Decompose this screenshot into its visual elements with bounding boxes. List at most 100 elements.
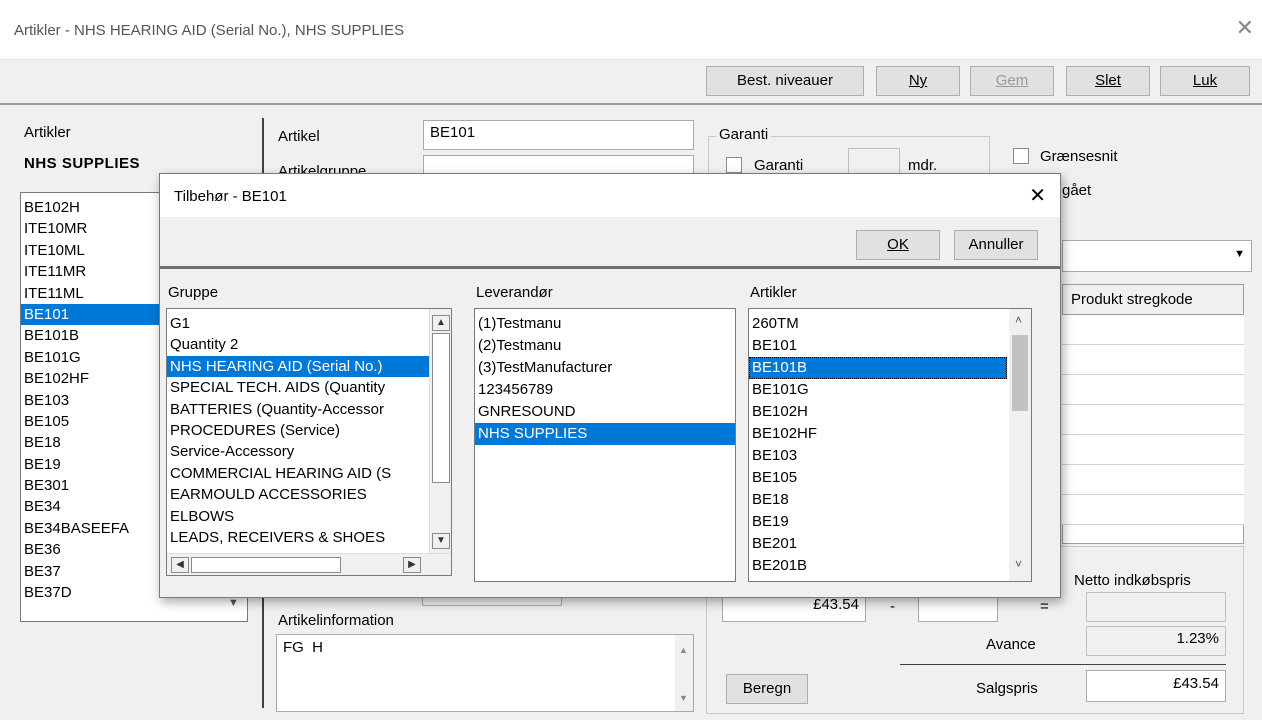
artikler-scroll-up-icon[interactable]: ˄ [1015,313,1022,327]
garanti-label: Garanti [754,157,804,174]
artikel-input[interactable]: BE101 [423,120,694,150]
gem-button[interactable]: Gem [970,66,1054,96]
artikler-scroll-thumb[interactable] [1012,335,1028,411]
salgspris-label: Salgspris [976,680,1038,697]
leverandor-label: Leverandør [476,284,553,301]
ok-label: OK [887,236,909,253]
gruppe-list-item[interactable]: PROCEDURES (Service) [167,420,429,441]
dialog-divider [160,266,1060,269]
gruppe-hscroll-thumb[interactable] [191,557,341,573]
leverandor-list-item[interactable]: GNRESOUND [475,401,735,423]
gruppe-list-item[interactable]: EARMOULD ACCESSORIES [167,484,429,505]
leverandor-items: (1)Testmanu (2)Testmanu (3)TestManufacture… [475,313,735,445]
minus-sign: - [890,598,895,615]
dialog-artikler-list-item[interactable]: BE201 [749,533,1007,555]
leverandor-list-item[interactable]: 123456789 [475,379,735,401]
salgspris-value: £43.54 [1173,675,1219,692]
stregkode-row[interactable] [1062,315,1244,345]
luk-button[interactable]: Luk [1160,66,1250,96]
leverandor-list[interactable]: (1)Testmanu (2)Testmanu (3)TestManufacture… [474,308,736,582]
leverandor-list-item[interactable]: NHS SUPPLIES [475,423,735,445]
graensesnit-label: Grænsesnit [1040,148,1118,165]
stregkode-row[interactable] [1062,435,1244,465]
leverandor-list-item[interactable]: (1)Testmanu [475,313,735,335]
best-niveauer-button[interactable]: Best. niveauer [706,66,864,96]
dialog-artikler-list-item[interactable]: BE102H [749,401,1007,423]
dialog-artikler-list-item[interactable]: BE105 [749,467,1007,489]
dialog-artikler-label: Artikler [750,284,797,301]
salgspris-input[interactable]: £43.54 [1086,670,1226,702]
gruppe-list[interactable]: G1 Quantity 2 NHS HEARING AID (Serial No.)… [166,308,452,576]
dialog-titlebar: Tilbehør - BE101 ✕ [160,174,1060,217]
leverandor-list-item[interactable]: (2)Testmanu [475,335,735,357]
dialog-artikler-list-item[interactable]: BE103 [749,445,1007,467]
artikelinformation-scrollbar[interactable]: ▲ ▼ [675,635,693,711]
luk-label: Luk [1192,72,1218,89]
right-dropdown[interactable]: ▼ [1062,240,1252,272]
gruppe-list-item[interactable]: Service-Accessory [167,441,429,462]
garanti-checkbox[interactable] [726,157,742,173]
scroll-up-icon[interactable]: ▲ [679,645,688,655]
artikelinformation-value: FG H [283,639,323,656]
gruppe-vscrollbar[interactable]: ▲ ▼ [429,309,451,553]
dialog-title: Tilbehør - BE101 [174,188,287,205]
dialog-artikler-list-item[interactable]: BE19 [749,511,1007,533]
avance-label: Avance [986,636,1036,653]
scroll-down-icon[interactable]: ▼ [679,693,688,703]
gruppe-scroll-up-icon[interactable]: ▲ [432,315,450,331]
price-input-value: £43.54 [813,596,859,613]
gruppe-list-item[interactable]: COMMERCIAL HEARING AID (S [167,463,429,484]
annuller-button[interactable]: Annuller [954,230,1038,260]
dialog-artikler-list-item[interactable]: BE201B [749,555,1007,577]
artikelinformation-textarea[interactable]: FG H ▲ ▼ [276,634,694,712]
udgaet-label: gået [1062,182,1092,199]
right-dropdown-chevron-down-icon: ▼ [1234,248,1245,260]
ny-button[interactable]: Ny [876,66,960,96]
left-list-scroll-down-icon[interactable]: ▼ [228,597,239,609]
artikler-vscrollbar[interactable]: ˄ ˅ [1009,309,1031,581]
gruppe-scroll-right-icon[interactable]: ▶ [403,557,421,573]
garanti-group-label: Garanti [716,126,772,143]
slet-button[interactable]: Slet [1066,66,1150,96]
stregkode-row[interactable] [1062,495,1244,525]
dialog-artikler-list[interactable]: 260TM BE101 BE101B BE101G BE102H BE102HF BE103… [748,308,1032,582]
dialog-artikler-list-item[interactable]: 260TM [749,313,1007,335]
gruppe-list-item[interactable]: NHS HEARING AID (Serial No.) [167,355,429,378]
artikel-label: Artikel [278,128,320,145]
salgspris-divider [900,664,1226,665]
artikelinformation-label: Artikelinformation [278,612,394,629]
gruppe-list-item[interactable]: LEADS, RECEIVERS & SHOES [167,527,429,548]
artikler-scroll-down-icon[interactable]: ˅ [1015,557,1022,571]
stregkode-row[interactable] [1062,345,1244,375]
gruppe-hscrollbar[interactable]: ◀ ▶ [167,553,451,575]
leverandor-list-item[interactable]: (3)TestManufacturer [475,357,735,379]
stregkode-row[interactable] [1062,375,1244,405]
left-artikler-label: Artikler [24,124,71,141]
dialog-artikler-items: 260TM BE101 BE101B BE101G BE102H BE102HF BE103… [749,313,1007,577]
toolbar-divider [0,103,1262,105]
gruppe-scroll-down-icon[interactable]: ▼ [432,533,450,549]
graensesnit-checkbox[interactable] [1013,148,1029,164]
dialog-artikler-list-item[interactable]: BE101B [749,357,1007,379]
dialog-artikler-list-item[interactable]: BE102HF [749,423,1007,445]
toolbar: Best. niveauer Ny Gem Slet Luk [0,61,1262,103]
beregn-button[interactable]: Beregn [726,674,808,704]
dialog-artikler-list-item[interactable]: BE101 [749,335,1007,357]
dialog-artikler-list-item[interactable]: BE18 [749,489,1007,511]
window-close-icon[interactable]: ✕ [1236,16,1254,41]
avance-field: 1.23% [1086,626,1226,656]
gruppe-scroll-thumb[interactable] [432,333,450,483]
gruppe-list-item[interactable]: SPECIAL TECH. AIDS (Quantity [167,377,429,398]
stregkode-row[interactable] [1062,465,1244,495]
gruppe-scroll-left-icon[interactable]: ◀ [171,557,189,573]
gruppe-list-item[interactable]: G1 [167,313,429,334]
gruppe-list-item[interactable]: Quantity 2 [167,334,429,355]
equals-sign: = [1040,598,1049,615]
stregkode-row[interactable] [1062,405,1244,435]
garanti-months-input[interactable] [848,148,900,176]
ok-button[interactable]: OK [856,230,940,260]
dialog-close-icon[interactable]: ✕ [1029,183,1046,207]
gruppe-list-item[interactable]: ELBOWS [167,506,429,527]
gruppe-list-item[interactable]: BATTERIES (Quantity-Accessor [167,399,429,420]
dialog-artikler-list-item[interactable]: BE101G [749,379,1007,401]
